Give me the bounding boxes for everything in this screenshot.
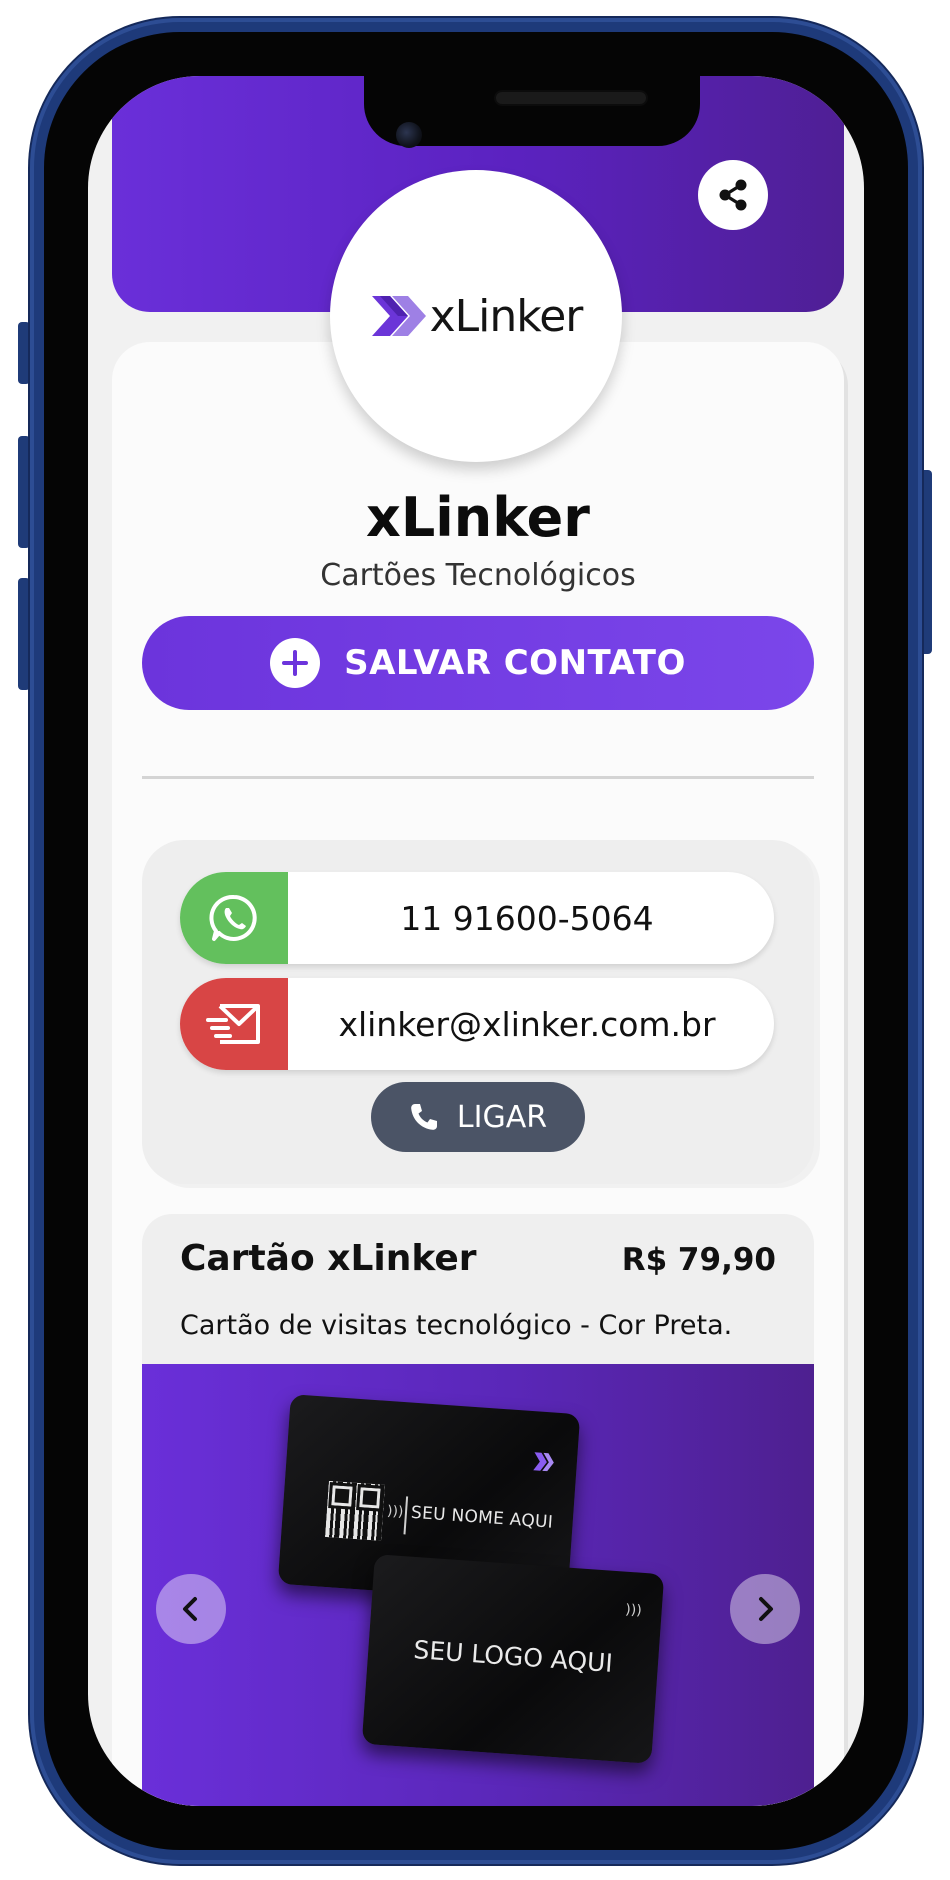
profile-subtitle: Cartões Tecnológicos bbox=[320, 558, 636, 593]
silent-switch bbox=[18, 322, 30, 384]
nfc-icon: ))) bbox=[386, 1503, 404, 1521]
logo-text: xLinker bbox=[429, 290, 584, 342]
plus-circle-icon bbox=[270, 638, 321, 688]
phone-frame: xLinker xLinker Cartões Tecnológicos SAL… bbox=[30, 18, 922, 1864]
nfc-icon: ))) bbox=[624, 1601, 643, 1619]
email-address: xlinker@xlinker.com.br bbox=[338, 1004, 716, 1044]
email-contact[interactable]: xlinker@xlinker.com.br bbox=[180, 978, 774, 1070]
avatar: xLinker bbox=[330, 170, 622, 462]
save-contact-button[interactable]: SALVAR CONTATO bbox=[142, 616, 814, 710]
divider bbox=[142, 776, 814, 779]
product-section: Cartão xLinker R$ 79,90 Cartão de visita… bbox=[142, 1214, 814, 1806]
phone-screen: xLinker xLinker Cartões Tecnológicos SAL… bbox=[88, 76, 864, 1806]
product-title: Cartão xLinker bbox=[180, 1238, 477, 1279]
phone-bezel: xLinker xLinker Cartões Tecnológicos SAL… bbox=[44, 32, 908, 1850]
contacts-box: 11 91600-5064 xlinker@xlinker.com.br LIG… bbox=[142, 840, 814, 1184]
product-price: R$ 79,90 bbox=[621, 1242, 776, 1278]
carousel-prev-button[interactable] bbox=[156, 1574, 226, 1644]
call-label: LIGAR bbox=[456, 1099, 548, 1135]
product-image-carousel[interactable]: ))) SEU NOME AQUI ))) SEU LOGO AQUI bbox=[142, 1364, 814, 1806]
qr-code bbox=[325, 1480, 385, 1541]
chevron-right-icon bbox=[759, 1597, 773, 1621]
carousel-next-button[interactable] bbox=[730, 1574, 800, 1644]
save-contact-label: SALVAR CONTATO bbox=[344, 643, 686, 683]
email-icon bbox=[180, 978, 288, 1070]
card-brand-icon bbox=[533, 1452, 554, 1472]
volume-up-button bbox=[18, 436, 30, 548]
front-camera bbox=[396, 122, 422, 148]
whatsapp-contact[interactable]: 11 91600-5064 bbox=[180, 872, 774, 964]
profile-name: xLinker bbox=[366, 486, 590, 549]
brand-logo: xLinker bbox=[370, 291, 583, 342]
share-button[interactable] bbox=[698, 160, 768, 230]
product-card-front: ))) SEU LOGO AQUI bbox=[361, 1554, 665, 1764]
share-icon bbox=[719, 179, 747, 211]
call-button[interactable]: LIGAR bbox=[371, 1082, 585, 1152]
phone-icon bbox=[411, 1104, 437, 1130]
chevron-left-icon bbox=[183, 1597, 197, 1621]
whatsapp-icon bbox=[180, 872, 288, 964]
whatsapp-number: 11 91600-5064 bbox=[400, 898, 654, 938]
xlinker-logo-icon bbox=[371, 296, 426, 336]
earpiece-speaker bbox=[494, 90, 648, 106]
card-name-text: SEU NOME AQUI bbox=[410, 1502, 554, 1533]
product-description: Cartão de visitas tecnológico - Cor Pret… bbox=[180, 1310, 733, 1341]
volume-down-button bbox=[18, 578, 30, 690]
card-logo-text: SEU LOGO AQUI bbox=[412, 1635, 614, 1678]
